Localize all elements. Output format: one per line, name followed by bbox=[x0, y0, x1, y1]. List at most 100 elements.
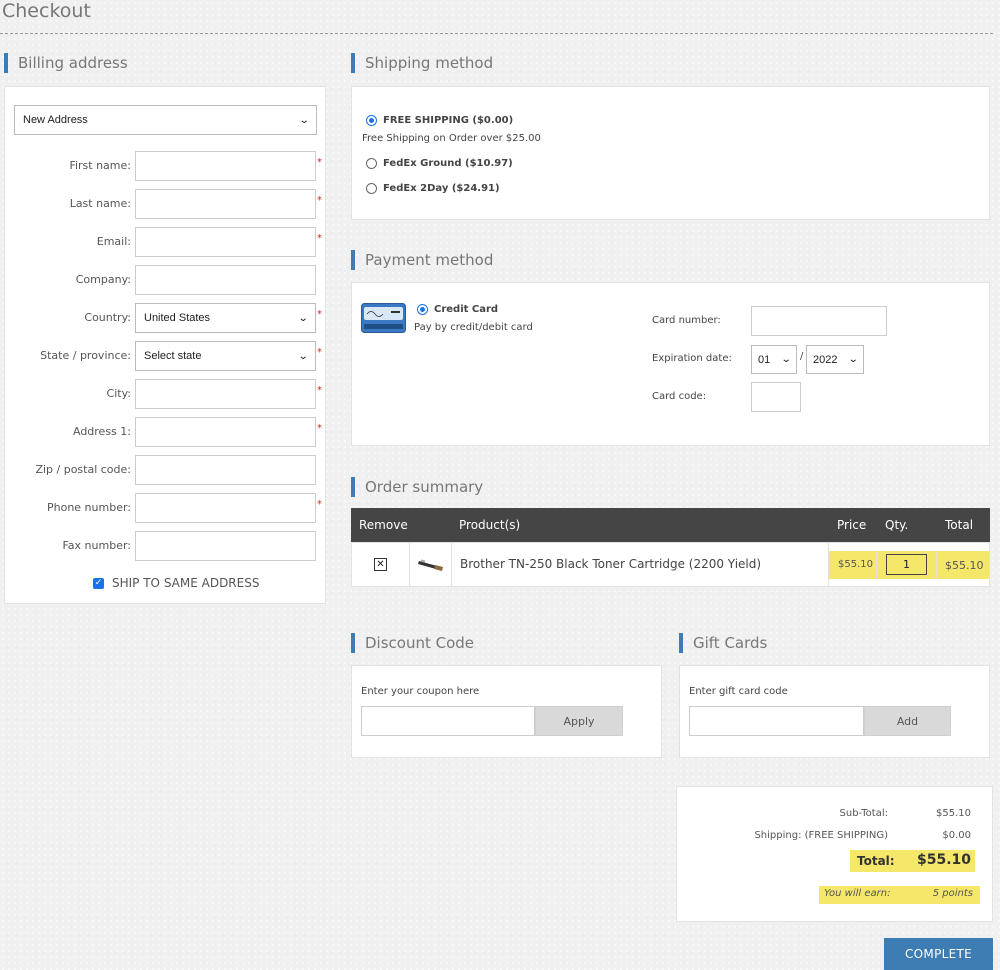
earn-value: 5 points bbox=[932, 888, 973, 899]
apply-coupon-button[interactable]: Apply bbox=[535, 706, 623, 736]
total-highlight: Total: $55.10 bbox=[850, 850, 975, 872]
ship-same-row[interactable]: ✓ SHIP TO SAME ADDRESS bbox=[93, 576, 259, 590]
required-asterisk-icon: * bbox=[317, 157, 322, 168]
giftcards-title: Gift Cards bbox=[679, 633, 767, 653]
shipping-option-2day[interactable]: FedEx 2Day ($24.91) bbox=[366, 183, 500, 194]
payment-method-label: Credit Card bbox=[434, 304, 499, 315]
shipping-radio-ground[interactable] bbox=[366, 158, 377, 169]
billing-field-label: Email: bbox=[96, 235, 131, 248]
shipping-option-description: Free Shipping on Order over $25.00 bbox=[362, 133, 541, 144]
qty-cell: 1 bbox=[877, 551, 937, 579]
col-product: Product(s) bbox=[459, 518, 521, 532]
billing-field-row: Address 1: * bbox=[5, 417, 327, 447]
billing-field-select[interactable]: United States ⌄ bbox=[135, 303, 316, 333]
complete-button[interactable]: COMPLETE bbox=[884, 938, 993, 970]
billing-field-input[interactable] bbox=[135, 531, 316, 561]
product-price: $55.10 bbox=[838, 559, 873, 570]
col-remove: Remove bbox=[359, 518, 408, 532]
shipping-option-label: FedEx Ground ($10.97) bbox=[383, 158, 513, 169]
ship-same-checkbox[interactable]: ✓ bbox=[93, 577, 104, 589]
card-number-label: Card number: bbox=[652, 315, 721, 326]
total-cell: $55.10 bbox=[937, 551, 989, 579]
exp-separator: / bbox=[800, 351, 804, 362]
payment-option-credit[interactable]: Credit Card bbox=[417, 304, 498, 315]
product-thumb-cell bbox=[410, 543, 452, 586]
shipping-option-label: FREE SHIPPING ($0.00) bbox=[383, 115, 514, 126]
billing-field-input[interactable] bbox=[135, 455, 316, 485]
chevron-down-icon: ⌄ bbox=[298, 114, 310, 126]
product-name-cell: Brother TN-250 Black Toner Cartridge (22… bbox=[452, 543, 829, 586]
billing-field-row: Phone number: * bbox=[5, 493, 327, 523]
billing-field-input[interactable] bbox=[135, 151, 316, 181]
billing-field-label: First name: bbox=[69, 159, 131, 172]
qty-input[interactable]: 1 bbox=[886, 554, 927, 575]
billing-title: Billing address bbox=[4, 53, 128, 73]
subtotal-label: Sub-Total: bbox=[839, 808, 888, 819]
chevron-down-icon: ⌄ bbox=[780, 354, 792, 365]
earn-label: You will earn: bbox=[824, 888, 891, 899]
add-giftcard-button[interactable]: Add bbox=[864, 706, 951, 736]
order-title: Order summary bbox=[351, 477, 483, 497]
billing-field-input[interactable] bbox=[135, 379, 316, 409]
billing-field-input[interactable] bbox=[135, 189, 316, 219]
billing-field-label: Zip / postal code: bbox=[35, 463, 131, 476]
billing-field-row: Fax number: bbox=[5, 531, 327, 561]
order-table: Remove Product(s) Price Qty. Total ✕ Bro… bbox=[351, 508, 990, 587]
product-name[interactable]: Brother TN-250 Black Toner Cartridge (22… bbox=[460, 557, 761, 571]
coupon-input[interactable] bbox=[361, 706, 535, 736]
billing-field-input[interactable] bbox=[135, 227, 316, 257]
payment-radio-credit[interactable] bbox=[417, 304, 428, 315]
earn-highlight: You will earn: 5 points bbox=[819, 886, 980, 904]
shipping-panel: FREE SHIPPING ($0.00) Free Shipping on O… bbox=[351, 86, 990, 220]
billing-field-select-value: Select state bbox=[144, 350, 202, 362]
billing-field-input[interactable] bbox=[135, 493, 316, 523]
chevron-down-icon: ⌄ bbox=[297, 312, 309, 324]
required-asterisk-icon: * bbox=[317, 309, 322, 320]
billing-field-label: Fax number: bbox=[62, 539, 131, 552]
price-cell: $55.10 bbox=[829, 551, 877, 579]
shipping-label: Shipping: (FREE SHIPPING) bbox=[754, 830, 888, 841]
chevron-down-icon: ⌄ bbox=[297, 350, 309, 362]
table-row: ✕ Brother TN-250 Black Toner Cartridge (… bbox=[351, 542, 990, 587]
card-code-label: Card code: bbox=[652, 391, 707, 402]
billing-field-label: State / province: bbox=[40, 349, 131, 362]
shipping-radio-free[interactable] bbox=[366, 115, 377, 126]
payment-title: Payment method bbox=[351, 250, 493, 270]
col-price: Price bbox=[837, 518, 867, 532]
card-code-input[interactable] bbox=[751, 382, 801, 412]
payment-method-description: Pay by credit/debit card bbox=[414, 322, 533, 333]
toner-cartridge-icon bbox=[418, 559, 443, 571]
billing-field-label: Country: bbox=[84, 311, 131, 324]
ship-same-label: SHIP TO SAME ADDRESS bbox=[112, 576, 260, 590]
billing-field-input[interactable] bbox=[135, 417, 316, 447]
remove-checkbox[interactable]: ✕ bbox=[374, 558, 387, 571]
billing-field-label: Address 1: bbox=[72, 425, 131, 438]
required-asterisk-icon: * bbox=[317, 233, 322, 244]
giftcard-input[interactable] bbox=[689, 706, 864, 736]
billing-field-label: Phone number: bbox=[46, 501, 131, 514]
billing-field-row: Zip / postal code: bbox=[5, 455, 327, 485]
total-value: $55.10 bbox=[916, 852, 971, 868]
card-number-input[interactable] bbox=[751, 306, 887, 336]
exp-month-select[interactable]: 01 ⌄ bbox=[751, 345, 797, 374]
address-select[interactable]: New Address ⌄ bbox=[14, 105, 317, 135]
remove-cell: ✕ bbox=[352, 543, 410, 586]
shipping-option-free[interactable]: FREE SHIPPING ($0.00) bbox=[366, 115, 513, 126]
credit-card-icon bbox=[361, 303, 406, 333]
billing-field-label: Last name: bbox=[69, 197, 131, 210]
required-asterisk-icon: * bbox=[317, 385, 322, 396]
total-label: Total: bbox=[857, 854, 895, 868]
billing-field-select[interactable]: Select state ⌄ bbox=[135, 341, 316, 371]
title-divider bbox=[0, 33, 993, 34]
page-title: Checkout bbox=[2, 0, 91, 22]
shipping-option-ground[interactable]: FedEx Ground ($10.97) bbox=[366, 158, 513, 169]
billing-field-row: Company: bbox=[5, 265, 327, 295]
payment-panel: Credit Card Pay by credit/debit card Car… bbox=[351, 282, 990, 446]
shipping-radio-2day[interactable] bbox=[366, 183, 377, 194]
exp-year-select[interactable]: 2022 ⌄ bbox=[806, 345, 864, 374]
col-total: Total bbox=[945, 518, 974, 532]
exp-month-value: 01 bbox=[758, 353, 771, 366]
chevron-down-icon: ⌄ bbox=[847, 354, 859, 365]
billing-field-input[interactable] bbox=[135, 265, 316, 295]
order-table-header: Remove Product(s) Price Qty. Total bbox=[351, 508, 990, 542]
